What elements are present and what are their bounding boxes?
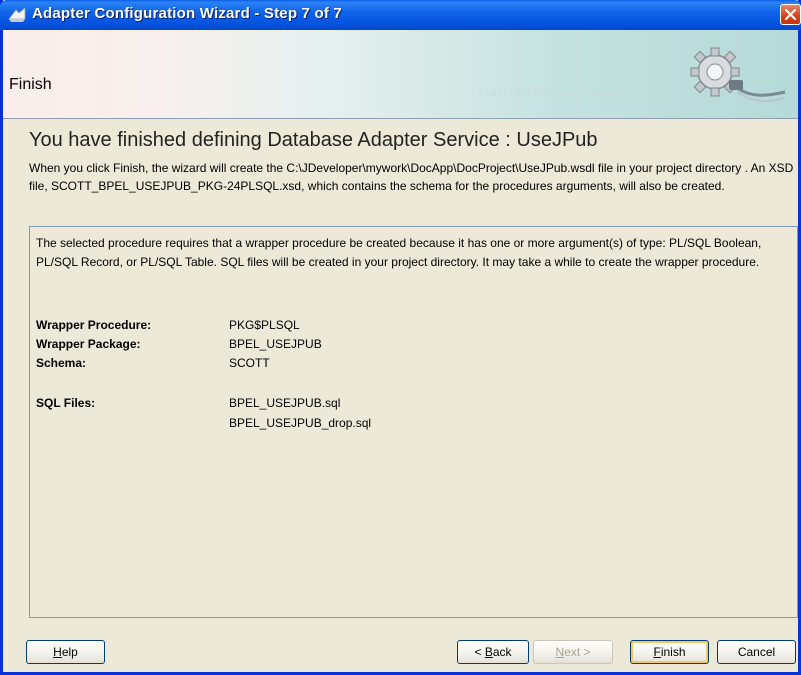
wrapper-package-value: BPEL_USEJPUB bbox=[229, 337, 322, 351]
gear-plug-icon bbox=[667, 38, 787, 114]
sql-files-label: SQL Files: bbox=[36, 396, 96, 410]
sql-file-item: BPEL_USEJPUB_drop.sql bbox=[229, 416, 372, 430]
next-button[interactable]: Next > bbox=[533, 640, 613, 664]
wizard-header: Finish 0101010101010101010101010 bbox=[3, 30, 798, 119]
wrapper-procedure-label: Wrapper Procedure: bbox=[36, 318, 152, 332]
wrapper-package-label: Wrapper Package: bbox=[36, 337, 141, 351]
step-title: Finish bbox=[9, 76, 52, 93]
help-button[interactable]: Help bbox=[26, 640, 105, 664]
wrapper-procedure-value: PKG$PLSQL bbox=[229, 318, 300, 332]
close-icon bbox=[785, 9, 796, 20]
schema-value: SCOTT bbox=[229, 356, 270, 370]
wrapper-message: The selected procedure requires that a w… bbox=[36, 236, 762, 269]
back-button[interactable]: < Back bbox=[457, 640, 529, 664]
close-button[interactable] bbox=[780, 4, 801, 25]
summary-description: When you click Finish, the wizard will c… bbox=[29, 161, 794, 193]
cancel-button[interactable]: Cancel bbox=[717, 640, 796, 664]
title-bar[interactable]: Adapter Configuration Wizard - Step 7 of… bbox=[0, 0, 801, 30]
wizard-window: Adapter Configuration Wizard - Step 7 of… bbox=[0, 0, 801, 675]
oracle-adapter-icon bbox=[8, 7, 26, 23]
schema-label: Schema: bbox=[36, 356, 87, 370]
binary-decoration: 0101010101010101010101010 bbox=[479, 89, 627, 99]
window-title: Adapter Configuration Wizard - Step 7 of… bbox=[32, 5, 342, 22]
sql-file-item: BPEL_USEJPUB.sql bbox=[229, 396, 341, 410]
summary-heading: You have finished defining Database Adap… bbox=[29, 129, 598, 151]
finish-button[interactable]: Finish bbox=[630, 640, 709, 664]
details-panel: The selected procedure requires that a w… bbox=[29, 226, 798, 618]
